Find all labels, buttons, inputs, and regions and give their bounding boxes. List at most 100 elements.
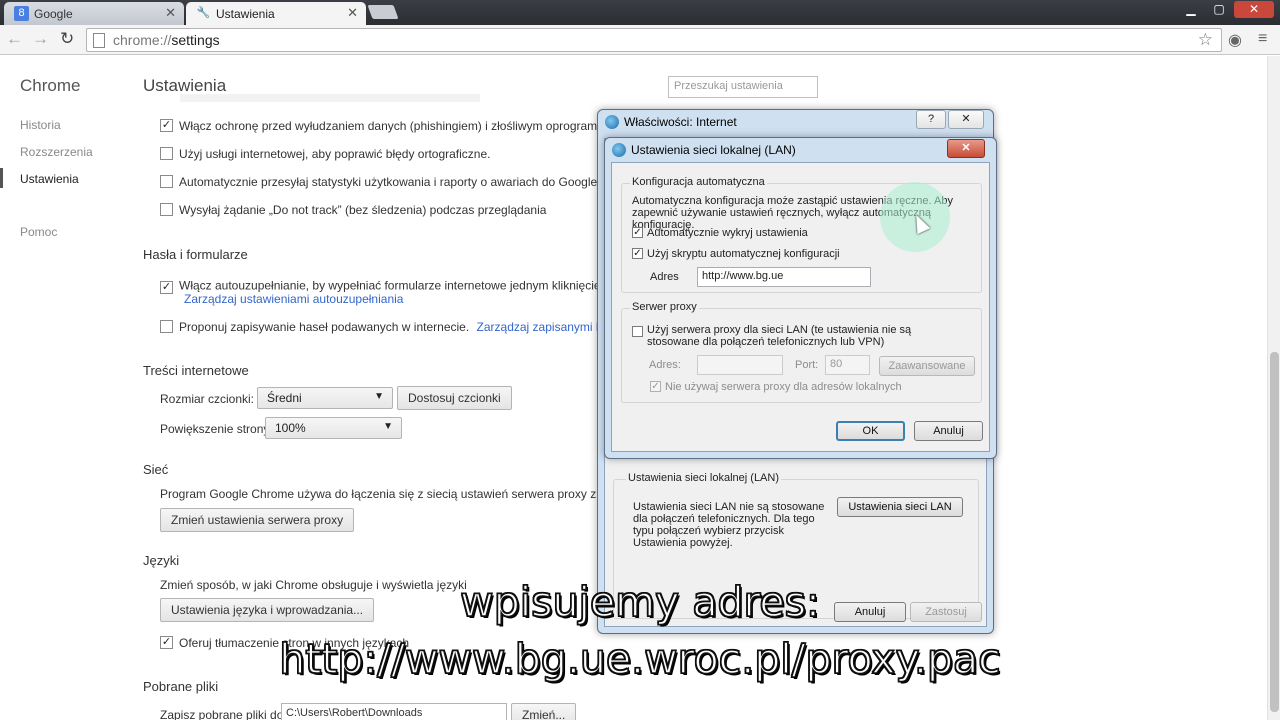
network-heading: Sieć xyxy=(143,462,169,477)
use-proxy-row[interactable]: Użyj serwera proxy dla sieci LAN (te ust… xyxy=(632,324,952,348)
checkbox[interactable] xyxy=(160,203,173,217)
lan-dialog-title: Ustawienia sieci lokalnej (LAN) xyxy=(631,143,796,157)
google-icon: 8 xyxy=(14,6,29,21)
wrench-icon: 🔧 xyxy=(196,7,211,19)
customize-fonts-button[interactable]: Dostosuj czcionki xyxy=(397,386,512,410)
download-location-label: Zapisz pobrane pliki do: xyxy=(160,708,287,720)
proxy-address-label: Adres: xyxy=(649,359,681,371)
spelling-label: Użyj usługi internetowej, aby poprawić b… xyxy=(179,147,491,161)
change-download-location-button[interactable]: Zmień... xyxy=(511,703,577,720)
lan-dialog-close-button[interactable]: ✕ xyxy=(947,139,985,158)
checkbox[interactable] xyxy=(160,175,173,189)
languages-heading: Języki xyxy=(143,553,180,568)
bypass-local-checkbox[interactable]: ✓ xyxy=(650,380,661,392)
privacy-phishing-row[interactable]: ✓ Włącz ochronę przed wyłudzaniem danych … xyxy=(160,119,645,133)
back-icon[interactable]: ← xyxy=(6,29,23,49)
use-script-checkbox[interactable]: ✓ xyxy=(632,247,643,259)
use-script-row[interactable]: ✓ Użyj skryptu automatycznej konfiguracji xyxy=(632,247,840,260)
bypass-local-label: Nie używaj serwera proxy dla adresów lok… xyxy=(665,381,902,393)
dialog-close-button[interactable]: ✕ xyxy=(948,110,984,129)
bypass-local-row[interactable]: ✓ Nie używaj serwera proxy dla adresów lo… xyxy=(650,380,902,393)
page-title: Ustawienia xyxy=(143,76,227,95)
use-proxy-checkbox[interactable] xyxy=(632,326,643,337)
proxy-group-label: Serwer proxy xyxy=(630,301,699,313)
proxy-port-label: Port: xyxy=(795,359,819,371)
window-controls: ▁ ▢ ✕ xyxy=(1178,1,1274,18)
url-path: settings xyxy=(171,32,220,48)
proxy-address-input[interactable] xyxy=(697,355,783,375)
passwords-heading: Hasła i formularze xyxy=(143,247,248,262)
sidebar-item-help[interactable]: Pomoc xyxy=(20,225,57,239)
download-path-field[interactable]: C:\Users\Robert\Downloads xyxy=(281,703,507,720)
url-scheme: chrome:// xyxy=(113,32,172,48)
phishing-label: Włącz ochronę przed wyłudzaniem danych (… xyxy=(179,119,646,133)
dropdown-arrow-icon: ▼ xyxy=(383,421,393,432)
sidebar-item-settings[interactable]: Ustawienia xyxy=(20,172,79,186)
advanced-button[interactable]: Zaawansowane xyxy=(879,356,975,376)
lan-settings-dialog: Ustawienia sieci lokalnej (LAN) ✕ Konfig… xyxy=(604,137,997,459)
settings-search-input[interactable]: Przeszukaj ustawienia xyxy=(668,76,818,98)
caption-line-2: http://www.bg.ue.wroc.pl/proxy.pac xyxy=(279,634,1002,684)
checkbox[interactable]: ✓ xyxy=(160,119,173,133)
sidebar-item-history[interactable]: Historia xyxy=(20,118,61,132)
font-size-value: Średni xyxy=(267,391,302,405)
close-tab-icon[interactable]: ✕ xyxy=(165,5,176,21)
privacy-stats-row[interactable]: Automatycznie przesyłaj statystyki użytk… xyxy=(160,175,597,189)
auto-detect-row[interactable]: ✓ Automatycznie wykryj ustawienia xyxy=(632,226,808,239)
privacy-dnt-row[interactable]: Wysyłaj żądanie „Do not track” (bez śled… xyxy=(160,203,546,217)
new-tab-button[interactable] xyxy=(367,5,399,19)
tab-settings[interactable]: 🔧 Ustawienia ✕ xyxy=(186,2,366,25)
page-icon xyxy=(93,32,105,48)
stats-label: Automatycznie przesyłaj statystyki użytk… xyxy=(179,175,598,189)
lan-settings-button[interactable]: Ustawienia sieci LAN xyxy=(837,497,963,517)
forward-icon[interactable]: → xyxy=(32,29,49,49)
web-content-heading: Treści internetowe xyxy=(143,363,249,378)
zoom-value: 100% xyxy=(275,421,306,435)
caption-line-1: wpisujemy adres: xyxy=(459,577,820,627)
zoom-label: Powiększenie strony: xyxy=(160,422,273,436)
tab-google[interactable]: 8 Google ✕ xyxy=(4,2,184,25)
dnt-label: Wysyłaj żądanie „Do not track” (bez śled… xyxy=(179,203,547,217)
reload-icon[interactable]: ↻ xyxy=(60,29,74,49)
faded-row xyxy=(180,94,480,102)
use-proxy-label: Użyj serwera proxy dla sieci LAN (te ust… xyxy=(647,324,912,348)
lan-settings-desc: Ustawienia sieci LAN nie są stosowane dl… xyxy=(633,501,825,549)
tab-label: Ustawienia xyxy=(216,6,275,21)
change-proxy-button[interactable]: Zmień ustawienia serwera proxy xyxy=(160,508,355,532)
menu-icon[interactable]: ≡ xyxy=(1258,30,1267,48)
lan-cancel-button[interactable]: Anuluj xyxy=(914,421,983,441)
script-address-input[interactable]: http://www.bg.ue xyxy=(697,267,871,287)
help-button[interactable]: ? xyxy=(916,110,946,129)
close-tab-icon[interactable]: ✕ xyxy=(347,5,358,21)
lan-group-label: Ustawienia sieci lokalnej (LAN) xyxy=(626,472,782,484)
font-size-label: Rozmiar czcionki: xyxy=(160,392,255,406)
checkbox[interactable] xyxy=(160,320,173,334)
globe-icon xyxy=(605,115,619,129)
dialog-title: Właściwości: Internet xyxy=(624,115,737,129)
minimize-icon[interactable]: ▁ xyxy=(1178,1,1204,18)
autofill-settings-link[interactable]: Zarządzaj ustawieniami autouzupełniania xyxy=(184,292,403,306)
maximize-icon[interactable]: ▢ xyxy=(1206,1,1232,18)
auto-detect-checkbox[interactable]: ✓ xyxy=(632,226,643,238)
save-passwords-label: Proponuj zapisywanie haseł podawanych w … xyxy=(179,320,470,334)
autofill-label: Włącz autouzupełnianie, by wypełniać for… xyxy=(179,278,614,293)
checkbox[interactable] xyxy=(160,147,173,161)
tab-label: Google xyxy=(34,6,73,21)
extension-icon[interactable]: ◉ xyxy=(1228,30,1242,50)
zoom-select[interactable]: 100% ▼ xyxy=(265,417,402,439)
bookmark-star-icon[interactable]: ☆ xyxy=(1198,30,1213,50)
sidebar-item-extensions[interactable]: Rozszerzenia xyxy=(20,145,93,159)
script-address-label: Adres xyxy=(650,271,679,283)
sidebar-title: Chrome xyxy=(20,76,81,95)
lan-ok-button[interactable]: OK xyxy=(836,421,905,441)
sidebar-selection-marker xyxy=(0,168,3,188)
save-passwords-row[interactable]: Proponuj zapisywanie haseł podawanych w … xyxy=(160,320,637,334)
privacy-spelling-row[interactable]: Użyj usługi internetowej, aby poprawić b… xyxy=(160,147,491,161)
checkbox[interactable]: ✓ xyxy=(160,281,173,294)
address-bar[interactable]: chrome://settings ☆ xyxy=(86,28,1222,52)
network-desc: Program Google Chrome używa do łączenia … xyxy=(160,487,645,501)
proxy-port-input[interactable]: 80 xyxy=(825,355,870,375)
tab-strip: 8 Google ✕ 🔧 Ustawienia ✕ ▁ ▢ ✕ xyxy=(0,0,1280,25)
window-close-icon[interactable]: ✕ xyxy=(1234,1,1274,18)
font-size-select[interactable]: Średni ▼ xyxy=(257,387,393,409)
